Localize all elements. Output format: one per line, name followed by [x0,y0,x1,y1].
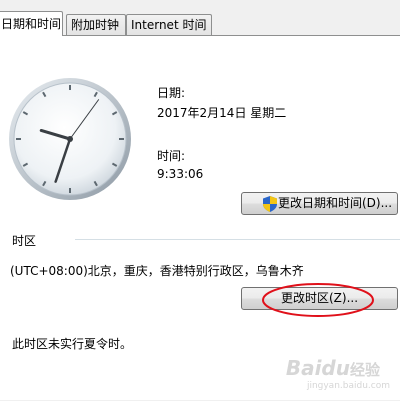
baidu-watermark: Baidu经验 [286,356,380,380]
uac-shield-icon [263,196,277,212]
tab-internet-time[interactable]: Internet 时间 [126,14,212,35]
timezone-value: (UTC+08:00)北京，重庆，香港特别行政区，乌鲁木齐 [10,264,304,278]
watermark-brand: Baidu [285,356,350,380]
change-date-time-label: 更改日期和时间(D)... [278,196,393,210]
timezone-header: 时区 [12,234,37,248]
tab-date-time[interactable]: 日期和时间 [0,11,63,36]
time-label: 时间: [157,149,186,163]
watermark-sub: 经验 [349,361,380,379]
tab-strip: 日期和时间 附加时钟 Internet 时间 [0,0,400,36]
change-timezone-label: 更改时区(Z)... [280,291,359,305]
clock-center [67,136,73,142]
date-value: 2017年2月14日 星期二 [157,106,287,120]
timezone-separator [75,239,400,240]
analog-clock [9,78,131,200]
change-timezone-button[interactable]: 更改时区(Z)... [241,287,398,310]
tab-additional-clocks[interactable]: 附加时钟 [66,14,126,35]
date-label: 日期: [157,86,186,100]
tab-panel: 日期: 2017年2月14日 星期二 时间: 9:33:06 更改日期和时间(D… [0,35,400,400]
change-date-time-button[interactable]: 更改日期和时间(D)... [241,192,398,215]
watermark-url: jingyan.baidu.com [306,381,390,391]
time-value: 9:33:06 [157,167,204,181]
dst-note: 此时区未实行夏令时。 [12,337,133,351]
